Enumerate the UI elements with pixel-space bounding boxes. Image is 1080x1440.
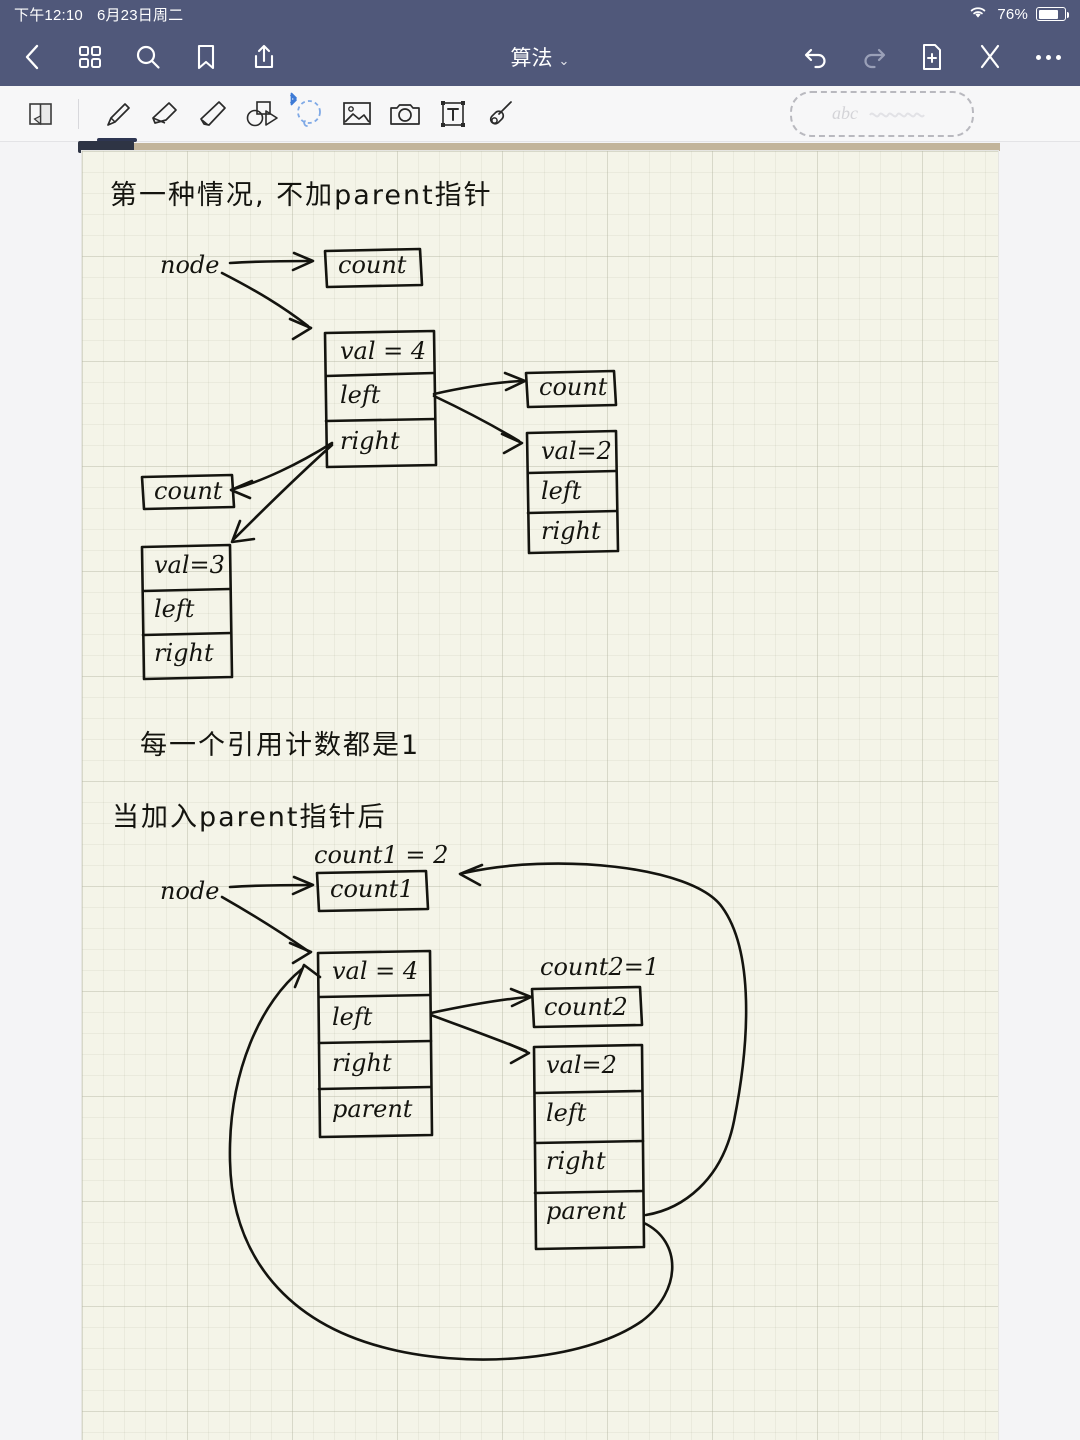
lasso-select-icon[interactable]: [285, 89, 333, 139]
note-page[interactable]: 第一种情况, 不加parent指针 node count val = 4 lef…: [82, 151, 998, 1440]
section1-right-child-val: val=2: [541, 437, 612, 465]
section1-left-child-right: right: [154, 639, 214, 667]
section2-node-label: node: [160, 877, 220, 905]
section1-root-left: left: [340, 381, 381, 409]
section2-count1-value: count1 = 2: [314, 841, 449, 869]
image-icon[interactable]: [333, 89, 381, 139]
section1-heading: 第一种情况, 不加parent指针: [110, 180, 493, 211]
section1-note-text: 每一个引用计数都是1: [140, 730, 421, 761]
navigation-bar-right: [800, 41, 1064, 73]
pen-icon[interactable]: [93, 89, 141, 142]
section1-root-val: val = 4: [340, 337, 427, 365]
highlighter-icon[interactable]: [189, 89, 237, 139]
back-chevron-icon[interactable]: [16, 41, 48, 73]
section2-root-val: val = 4: [332, 957, 419, 985]
document-title-text: 算法: [510, 47, 553, 70]
section2-child-right: right: [546, 1147, 606, 1175]
undo-icon[interactable]: [800, 41, 832, 73]
toolbar-divider: [78, 98, 79, 129]
section1-left-child-count: count: [154, 477, 223, 505]
section1-root-right: right: [340, 427, 400, 455]
section2-child-parent: parent: [546, 1197, 627, 1225]
battery-icon: [1036, 7, 1069, 21]
status-date: 6月23日周二: [96, 6, 184, 24]
section2-root-left: left: [332, 1003, 373, 1031]
grid-icon[interactable]: [74, 41, 106, 73]
scissors-icon[interactable]: [974, 41, 1006, 73]
battery-percent: 76%: [997, 5, 1028, 23]
chevron-down-icon: ⌄: [558, 53, 570, 68]
status-time: 下午12:10: [14, 6, 83, 24]
share-icon[interactable]: [248, 41, 280, 73]
section1-root-count: count: [338, 251, 407, 279]
wifi-icon: [967, 4, 989, 24]
handwriting-to-text-hint[interactable]: abc: [790, 90, 974, 137]
handwriting-hint-label: abc: [832, 103, 858, 123]
section2-root-right: right: [332, 1049, 392, 1077]
laser-pointer-icon[interactable]: [477, 89, 525, 139]
squiggle-icon: [869, 112, 925, 117]
eraser-icon[interactable]: [141, 89, 189, 139]
section2-heading: 当加入parent指针后: [112, 802, 387, 833]
section1-left-child-val: val=3: [154, 551, 225, 579]
camera-icon[interactable]: [381, 89, 429, 139]
navigation-bar: 算法 ⌄: [0, 28, 1080, 86]
section2-count2-box: count2: [544, 993, 628, 1021]
add-page-icon[interactable]: [916, 41, 948, 73]
tool-bar: abc: [0, 86, 1080, 142]
section1-right-child-right: right: [541, 517, 601, 545]
redo-icon[interactable]: [858, 41, 890, 73]
section2-count1-box: count1: [330, 875, 414, 903]
navigation-bar-left: [16, 41, 280, 73]
bookmark-icon[interactable]: [190, 41, 222, 73]
search-icon[interactable]: [132, 41, 164, 73]
page-scroll-track[interactable]: [78, 143, 1000, 151]
more-icon[interactable]: [1032, 41, 1064, 73]
section1-left-child-left: left: [154, 595, 195, 623]
status-bar-left: 下午12:10 6月23日周二: [14, 4, 183, 25]
section2-count2-value: count2=1: [540, 953, 660, 981]
section1-node-label: node: [160, 251, 220, 279]
section2-child-val: val=2: [546, 1051, 617, 1079]
status-bar: 下午12:10 6月23日周二 76%: [0, 0, 1080, 28]
page-setup-icon[interactable]: [16, 89, 64, 139]
shapes-icon[interactable]: [237, 89, 285, 139]
text-box-icon[interactable]: [429, 89, 477, 139]
section2-root-parent: parent: [332, 1095, 413, 1123]
bluetooth-icon: [287, 91, 300, 114]
status-bar-right: 76%: [967, 4, 1069, 24]
section1-right-child-left: left: [541, 477, 582, 505]
section1-right-child-count: count: [539, 373, 608, 401]
section2-child-left: left: [546, 1099, 587, 1127]
